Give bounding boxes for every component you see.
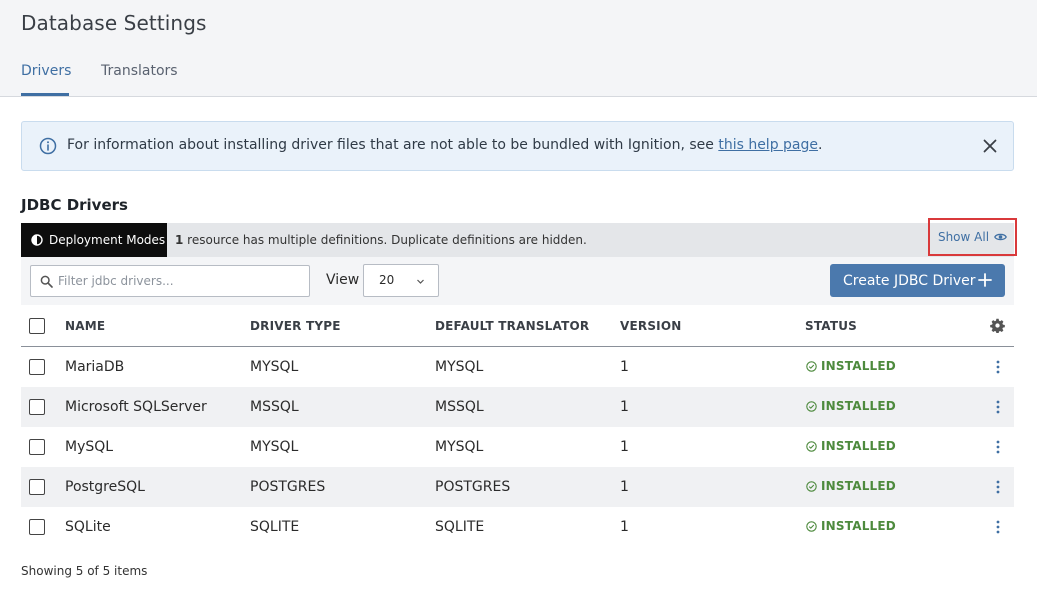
table-row[interactable]: MariaDB MYSQL MYSQL 1 INSTALLED xyxy=(21,347,1014,387)
default-translator: SQLITE xyxy=(435,519,485,535)
column-header-driver-type[interactable]: DRIVER TYPE xyxy=(250,319,341,333)
plus-icon xyxy=(978,273,992,287)
duplicate-definitions-message: 1 resource has multiple definitions. Dup… xyxy=(175,233,587,247)
column-header-name[interactable]: NAME xyxy=(65,319,105,333)
status-label: INSTALLED xyxy=(821,439,896,453)
deployment-modes-button[interactable]: Deployment Modes xyxy=(21,223,167,257)
tab-translators[interactable]: Translators xyxy=(101,63,178,79)
view-label: View xyxy=(326,272,360,288)
more-actions-icon[interactable] xyxy=(992,399,1004,415)
more-actions-icon[interactable] xyxy=(992,439,1004,455)
driver-version: 1 xyxy=(620,359,629,375)
check-circle-icon xyxy=(806,480,817,492)
table-row[interactable]: SQLite SQLITE SQLITE 1 INSTALLED xyxy=(21,507,1014,547)
driver-version: 1 xyxy=(620,519,629,535)
status-label: INSTALLED xyxy=(821,359,896,373)
show-all-label: Show All xyxy=(937,230,990,244)
driver-type: MYSQL xyxy=(250,439,299,455)
row-checkbox[interactable] xyxy=(29,519,45,535)
create-jdbc-driver-button[interactable]: Create JDBC Driver xyxy=(830,264,1005,297)
table-header: NAME DRIVER TYPE DEFAULT TRANSLATOR VERS… xyxy=(21,305,1014,347)
status-badge: INSTALLED xyxy=(806,479,896,493)
driver-name: Microsoft SQLServer xyxy=(65,399,207,415)
check-circle-icon xyxy=(806,520,817,532)
active-tab-indicator xyxy=(21,93,69,96)
banner-text-before: For information about installing driver … xyxy=(67,137,719,153)
page-title: Database Settings xyxy=(21,11,207,35)
filter-input[interactable] xyxy=(58,272,298,290)
check-circle-icon xyxy=(806,360,817,372)
pagination-summary: Showing 5 of 5 items xyxy=(21,564,148,578)
status-label: INSTALLED xyxy=(821,399,896,413)
column-header-status[interactable]: STATUS xyxy=(805,319,857,333)
info-banner: For information about installing driver … xyxy=(21,121,1014,171)
row-checkbox[interactable] xyxy=(29,359,45,375)
default-translator: MSSQL xyxy=(435,399,484,415)
create-button-label: Create JDBC Driver xyxy=(843,272,976,289)
default-translator: POSTGRES xyxy=(435,479,511,495)
driver-type: MSSQL xyxy=(250,399,299,415)
default-translator: MYSQL xyxy=(435,359,484,375)
check-circle-icon xyxy=(806,440,817,452)
section-title: JDBC Drivers xyxy=(21,196,128,214)
deployment-mode-bar: Deployment Modes 1 resource has multiple… xyxy=(21,218,1017,257)
driver-type: SQLITE xyxy=(250,519,300,535)
duplicate-message-text: resource has multiple definitions. Dupli… xyxy=(183,233,587,247)
close-icon[interactable] xyxy=(981,137,999,155)
status-badge: INSTALLED xyxy=(806,399,896,413)
eye-icon xyxy=(994,233,1007,241)
status-label: INSTALLED xyxy=(821,519,896,533)
half-circle-icon xyxy=(31,234,43,246)
more-actions-icon[interactable] xyxy=(992,359,1004,375)
driver-type: POSTGRES xyxy=(250,479,326,495)
driver-version: 1 xyxy=(620,479,629,495)
driver-type: MYSQL xyxy=(250,359,299,375)
gear-icon[interactable] xyxy=(990,318,1005,333)
info-circle-icon xyxy=(39,137,57,155)
table-row[interactable]: Microsoft SQLServer MSSQL MSSQL 1 INSTAL… xyxy=(21,387,1014,427)
driver-version: 1 xyxy=(620,439,629,455)
status-badge: INSTALLED xyxy=(806,439,896,453)
row-checkbox[interactable] xyxy=(29,479,45,495)
table-row[interactable]: MySQL MYSQL MYSQL 1 INSTALLED xyxy=(21,427,1014,467)
driver-name: PostgreSQL xyxy=(65,479,145,495)
driver-name: SQLite xyxy=(65,519,111,535)
status-badge: INSTALLED xyxy=(806,359,896,373)
row-checkbox[interactable] xyxy=(29,439,45,455)
status-label: INSTALLED xyxy=(821,479,896,493)
more-actions-icon[interactable] xyxy=(992,479,1004,495)
column-header-default-translator[interactable]: DEFAULT TRANSLATOR xyxy=(435,319,589,333)
driver-version: 1 xyxy=(620,399,629,415)
driver-name: MariaDB xyxy=(65,359,125,375)
select-all-checkbox[interactable] xyxy=(29,318,45,334)
page-header: Database Settings Drivers Translators xyxy=(0,0,1037,97)
filter-field[interactable] xyxy=(30,265,310,297)
help-page-link[interactable]: this help page xyxy=(718,137,818,153)
banner-message: For information about installing driver … xyxy=(67,137,822,153)
banner-text-after: . xyxy=(818,137,823,153)
page-size-select[interactable]: 20 xyxy=(363,264,439,297)
drivers-table: NAME DRIVER TYPE DEFAULT TRANSLATOR VERS… xyxy=(21,305,1014,547)
table-toolbar: View 20 Create JDBC Driver xyxy=(21,257,1014,305)
status-badge: INSTALLED xyxy=(806,519,896,533)
driver-name: MySQL xyxy=(65,439,114,455)
page-size-value: 20 xyxy=(379,273,395,287)
more-actions-icon[interactable] xyxy=(992,519,1004,535)
check-circle-icon xyxy=(806,400,817,412)
row-checkbox[interactable] xyxy=(29,399,45,415)
deployment-modes-label: Deployment Modes xyxy=(49,233,166,247)
table-row[interactable]: PostgreSQL POSTGRES POSTGRES 1 INSTALLED xyxy=(21,467,1014,507)
show-all-button[interactable]: Show All xyxy=(928,218,1017,256)
column-header-version[interactable]: VERSION xyxy=(620,319,681,333)
chevron-down-icon xyxy=(417,279,424,284)
tab-drivers[interactable]: Drivers xyxy=(21,63,71,79)
default-translator: MYSQL xyxy=(435,439,484,455)
search-icon xyxy=(40,275,53,288)
